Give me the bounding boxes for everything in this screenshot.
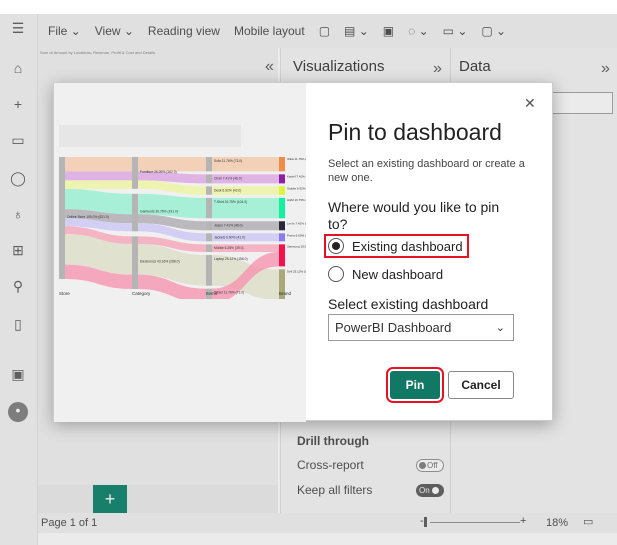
select-dashboard-label: Select existing dashboard (328, 296, 489, 312)
sankey-node-label: Laptop 25.12% (156.0) (214, 257, 248, 261)
select-value: PowerBI Dashboard (335, 320, 452, 335)
pin-to-dashboard-dialog: Online Store 100.0% (621.0) Furniture 26.… (53, 82, 554, 422)
pin-location-question: Where would you like to pin to? (328, 199, 500, 232)
pin-button[interactable]: Pin (386, 367, 444, 403)
sankey-node-brand (279, 221, 285, 231)
radio-unselected-icon (328, 266, 344, 282)
sankey-node-item (206, 174, 212, 184)
sankey-node-label: Garments 30.76% (191.0) (140, 210, 178, 214)
sankey-node-brand (279, 186, 285, 195)
sankey-node-label: Jackets 6.60% (41.0) (214, 235, 245, 239)
sankey-node-brand (279, 174, 285, 184)
sankey-node-label: Samsung 18.04% (112.0) (287, 244, 306, 248)
sankey-node-category (132, 236, 138, 289)
sankey-node-label: Electronics 43.16% (268.0) (140, 260, 180, 264)
visual-preview: Online Store 100.0% (621.0) Furniture 26.… (54, 83, 306, 422)
chevron-down-icon: ⌄ (495, 322, 505, 334)
sankey-node-brand (279, 244, 285, 267)
close-icon[interactable]: ✕ (524, 95, 536, 112)
sankey-stage-label: Store (59, 291, 70, 296)
sankey-node-label: Online Store 100.0% (621.0) (67, 215, 109, 219)
cancel-button[interactable]: Cancel (448, 371, 514, 399)
sankey-node-category (132, 193, 138, 232)
radio-new-dashboard[interactable]: New dashboard (328, 266, 443, 282)
preview-title-placeholder (59, 125, 241, 147)
sankey-node-brand (279, 197, 285, 219)
sankey-link (65, 180, 132, 189)
sankey-node-label: T-Shirt 16.75% (104.0) (214, 200, 247, 204)
sankey-stage-label: Items (206, 291, 218, 296)
dashboard-select[interactable]: PowerBI Dashboard ⌄ (328, 314, 514, 341)
option-label: New dashboard (352, 266, 444, 282)
sankey-stage-label: Category (132, 291, 151, 296)
sankey-node-item (206, 233, 212, 242)
sankey-node-label: Kartell 7.41% (46.0) (287, 174, 306, 178)
radio-selected-icon (328, 238, 344, 254)
dialog-form: ✕ Pin to dashboard Select an existing da… (306, 83, 554, 422)
dialog-title: Pin to dashboard (328, 119, 502, 145)
sankey-node-label: Mobile 6.28% (39.0) (214, 246, 244, 250)
sankey-node-label: Chair 7.41% (46.0) (214, 176, 242, 180)
sankey-chart: Online Store 100.0% (621.0) Furniture 26.… (59, 157, 306, 299)
sankey-node-label: H&M 16.75% (104.0) (287, 198, 306, 202)
dialog-description: Select an existing dashboard or create a… (328, 158, 525, 184)
sankey-node-category (132, 157, 138, 189)
sankey-node-label: Stokke 6.92% (43.0) (287, 186, 306, 190)
sankey-node-store (59, 157, 65, 279)
radio-existing-dashboard[interactable]: Existing dashboard (324, 234, 469, 258)
sankey-link (65, 171, 132, 181)
sankey-node-item (206, 197, 212, 219)
sankey-node-label: Sofa 11.76% (73.0) (214, 159, 242, 163)
sankey-node-item (206, 255, 212, 286)
sankey-node-label: IKEA 11.76% (73.0) (287, 157, 306, 161)
sankey-node-label: Desk 6.92% (43.0) (214, 188, 241, 192)
sankey-node-item (206, 157, 212, 172)
sankey-node-label: Jeans 7.41% (46.0) (214, 223, 243, 227)
sankey-stage-label: Brand (279, 291, 292, 296)
sankey-node-label: Levi's 7.41% (46.0) (287, 221, 306, 225)
sankey-node-item (206, 221, 212, 231)
sankey-node-brand (279, 157, 285, 172)
sankey-node-label: Puma 6.60% (41.0) (287, 233, 306, 237)
sankey-node-item (206, 244, 212, 253)
sankey-node-brand (279, 233, 285, 242)
sankey-node-label: Tablet 11.76% (73.0) (214, 291, 244, 295)
sankey-link (65, 157, 132, 172)
sankey-node-label: Dell 25.12% (156.0) (287, 269, 306, 273)
option-label: Existing dashboard (352, 238, 463, 254)
sankey-node-item (206, 186, 212, 195)
sankey-node-label: Furniture 26.09% (162.0) (140, 170, 177, 174)
